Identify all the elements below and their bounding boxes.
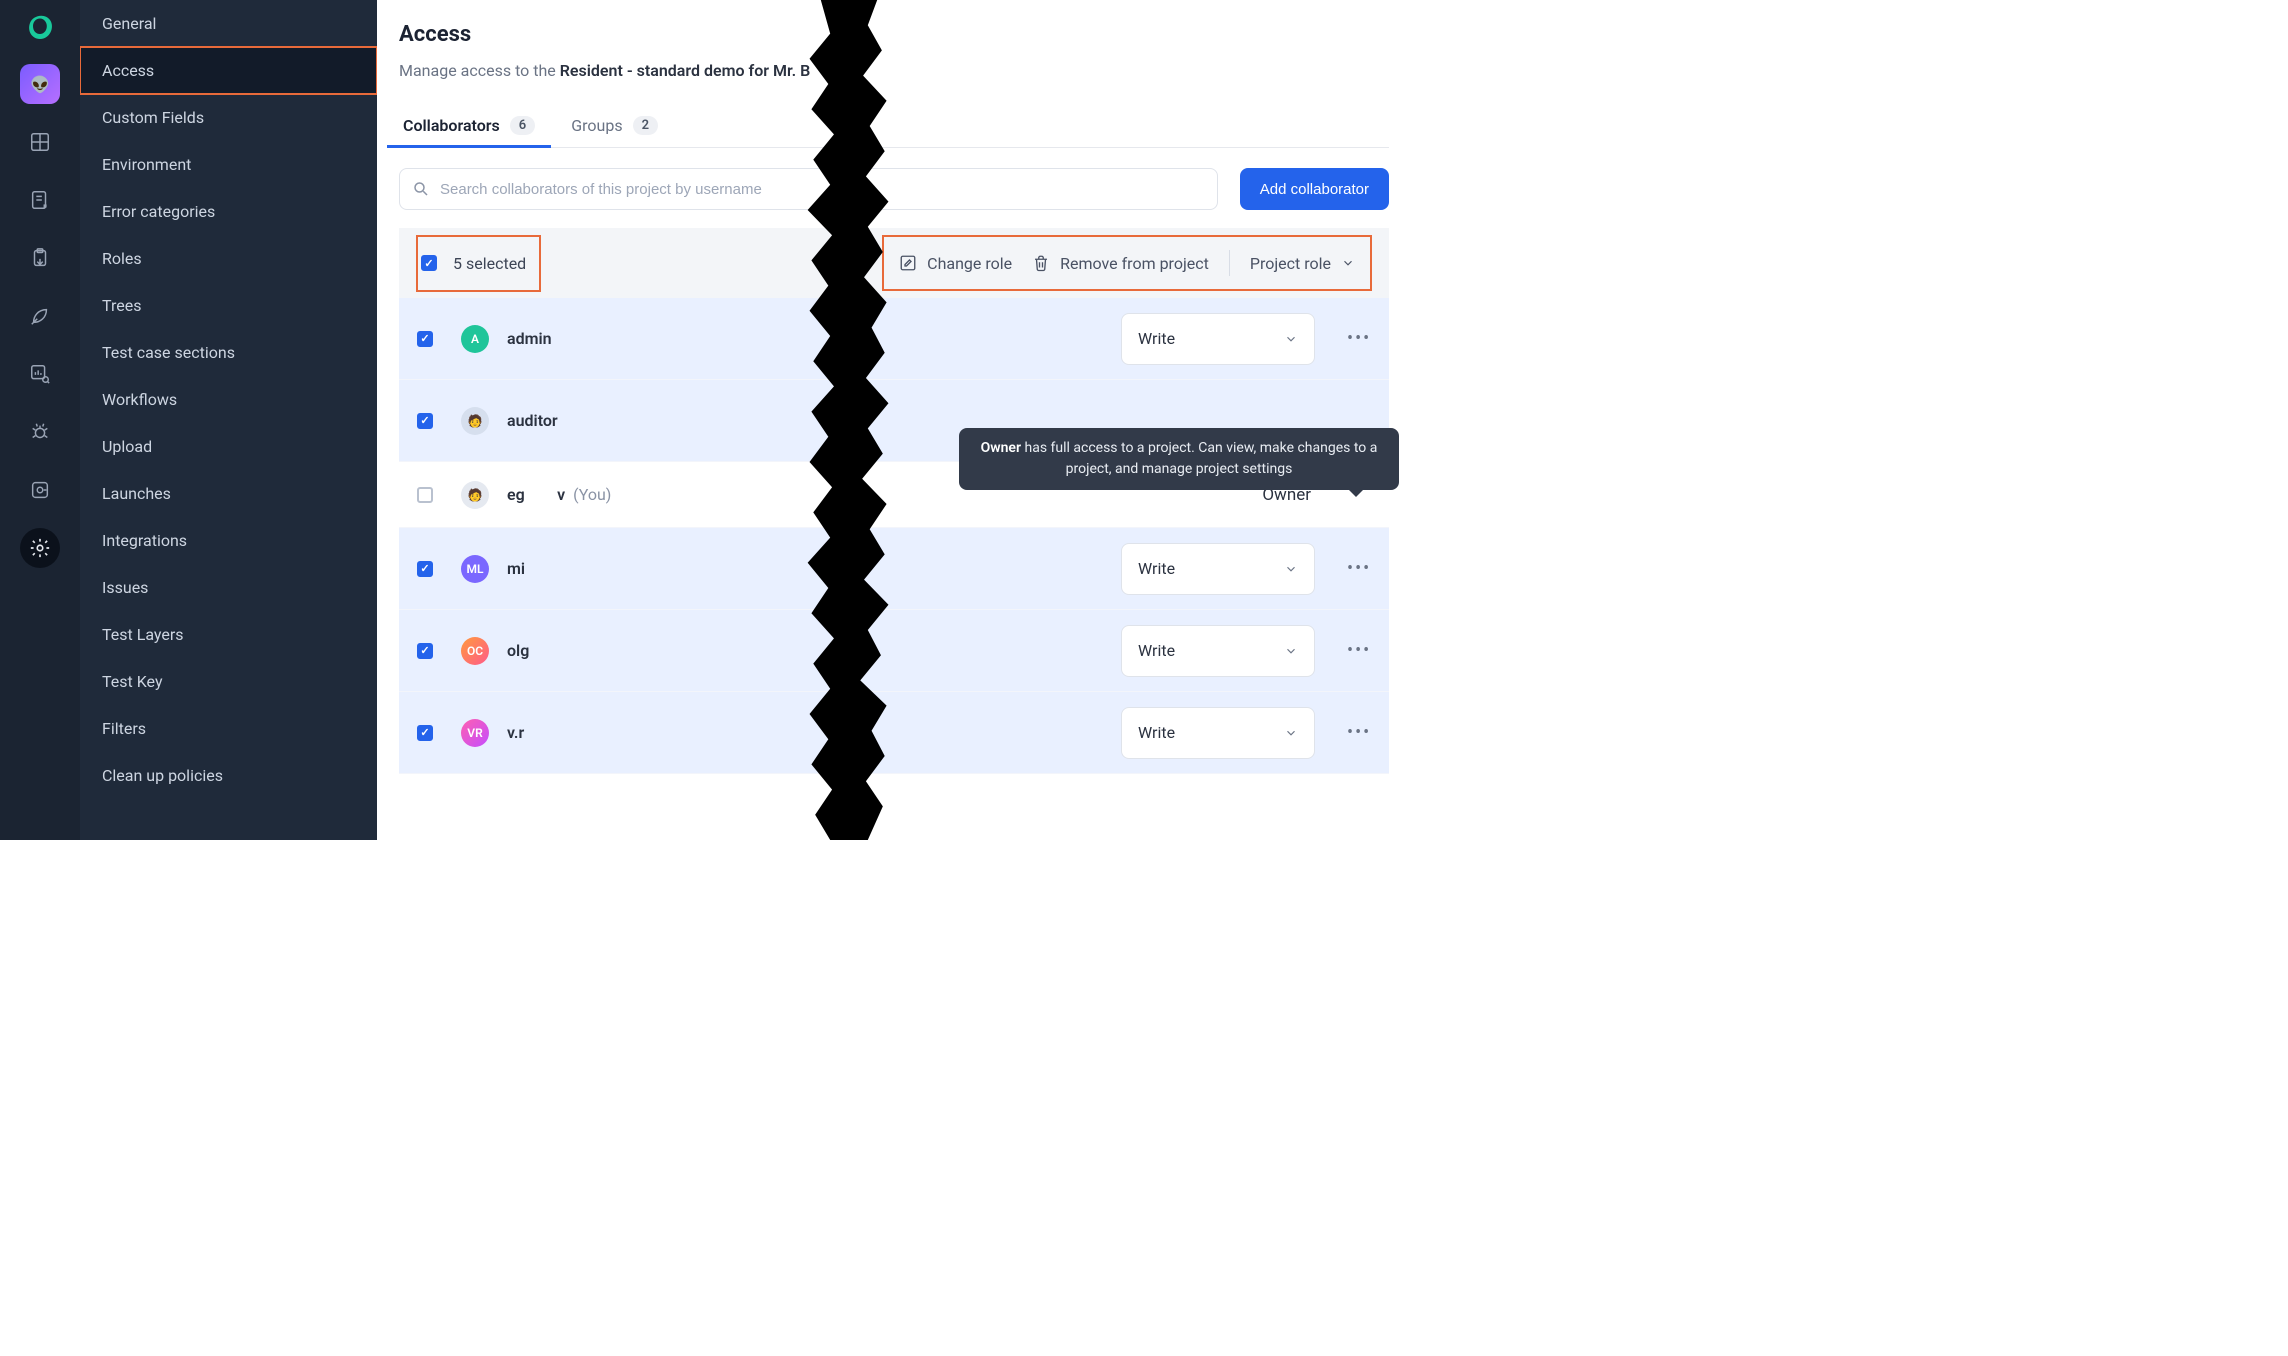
username: egxxxxv (You) [507,485,611,504]
row-more-button[interactable]: ••• [1347,328,1371,349]
select-all-checkbox[interactable] [421,255,437,271]
username: v.r [507,723,524,742]
sidebar-item-test-key[interactable]: Test Key [80,658,377,705]
sidebar-item-upload[interactable]: Upload [80,423,377,470]
sidebar-item-trees[interactable]: Trees [80,282,377,329]
sidebar-item-access[interactable]: Access [80,47,377,94]
page-subtitle: Manage access to the Resident - standard… [399,61,1389,80]
sidebar-item-workflows[interactable]: Workflows [80,376,377,423]
tab-count-badge: 2 [633,116,658,135]
you-label: (You) [573,485,611,504]
sidebar-item-integrations[interactable]: Integrations [80,517,377,564]
search-icon [412,180,430,198]
settings-sidebar: General Access Custom Fields Environment… [80,0,377,840]
username: mi [507,559,525,578]
dashboard-icon[interactable] [20,122,60,162]
row-checkbox[interactable] [417,413,433,429]
trash-icon [1032,254,1050,272]
username: auditor [507,411,558,430]
sidebar-item-environment[interactable]: Environment [80,141,377,188]
sidebar-item-custom-fields[interactable]: Custom Fields [80,94,377,141]
avatar: 🧑 [461,407,489,435]
row-more-button[interactable]: ••• [1347,640,1371,661]
search-input[interactable] [430,181,1205,198]
launches-icon[interactable] [20,296,60,336]
avatar: OC [461,637,489,665]
username: olg [507,641,529,660]
sidebar-item-clean-up-policies[interactable]: Clean up policies [80,752,377,799]
jobs-icon[interactable] [20,470,60,510]
tab-count-badge: 6 [510,116,535,135]
plans-icon[interactable] [20,238,60,278]
row-more-button[interactable]: ••• [1347,722,1371,743]
sidebar-item-general[interactable]: General [80,0,377,47]
chevron-down-icon [1284,644,1298,658]
row-checkbox[interactable] [417,725,433,741]
username: admin [507,329,552,348]
selection-actions: Change role Remove from project Project … [883,236,1371,290]
row-more-button[interactable]: ••• [1347,558,1371,579]
role-select[interactable]: Write [1121,313,1315,365]
main-content: Access Manage access to the Resident - s… [377,0,1413,840]
app-logo-icon [20,6,60,46]
sidebar-item-filters[interactable]: Filters [80,705,377,752]
sidebar-item-test-layers[interactable]: Test Layers [80,611,377,658]
analytics-icon[interactable] [20,354,60,394]
settings-icon[interactable] [20,528,60,568]
row-checkbox[interactable] [417,487,433,503]
selection-summary: 5 selected [417,236,540,291]
avatar: A [461,325,489,353]
sidebar-item-error-categories[interactable]: Error categories [80,188,377,235]
project-role-dropdown[interactable]: Project role [1250,254,1355,273]
selection-bar: 5 selected Change role Remove from proje… [399,228,1389,298]
role-select[interactable]: Write [1121,543,1315,595]
tab-label: Collaborators [403,116,500,135]
add-collaborator-button[interactable]: Add collaborator [1240,168,1389,210]
test-cases-icon[interactable] [20,180,60,220]
chevron-down-icon [1341,256,1355,270]
page-title: Access [399,22,1389,47]
tab-groups[interactable]: Groups 2 [567,106,662,147]
workspace-avatar-icon[interactable]: 👽 [20,64,60,104]
role-select[interactable]: Write [1121,625,1315,677]
collaborator-list: A admin Write ••• 🧑 auditor ••• [399,298,1389,774]
sidebar-item-roles[interactable]: Roles [80,235,377,282]
sidebar-item-issues[interactable]: Issues [80,564,377,611]
collaborator-row: OC olg Write ••• [399,610,1389,692]
icon-rail: 👽 [0,0,80,840]
row-checkbox[interactable] [417,331,433,347]
change-role-button[interactable]: Change role [899,254,1012,273]
collaborator-row: ML mi Write ••• [399,528,1389,610]
search-input-wrapper[interactable] [399,168,1218,210]
role-select[interactable]: Write [1121,707,1315,759]
defects-icon[interactable] [20,412,60,452]
row-checkbox[interactable] [417,561,433,577]
chevron-down-icon [1284,726,1298,740]
avatar: 🧑 [461,481,489,509]
avatar: VR [461,719,489,747]
tabs: Collaborators 6 Groups 2 [399,106,1389,148]
selection-count: 5 selected [453,254,526,273]
chevron-down-icon [1284,332,1298,346]
sidebar-item-launches[interactable]: Launches [80,470,377,517]
avatar: ML [461,555,489,583]
row-checkbox[interactable] [417,643,433,659]
collaborator-row: VR v.r Write ••• [399,692,1389,774]
tab-label: Groups [571,116,622,135]
tab-collaborators[interactable]: Collaborators 6 [399,106,539,147]
owner-tooltip: Owner has full access to a project. Can … [959,428,1399,490]
chevron-down-icon [1284,562,1298,576]
sidebar-item-test-case-sections[interactable]: Test case sections [80,329,377,376]
collaborator-row: A admin Write ••• [399,298,1389,380]
edit-icon [899,254,917,272]
remove-from-project-button[interactable]: Remove from project [1032,254,1209,273]
